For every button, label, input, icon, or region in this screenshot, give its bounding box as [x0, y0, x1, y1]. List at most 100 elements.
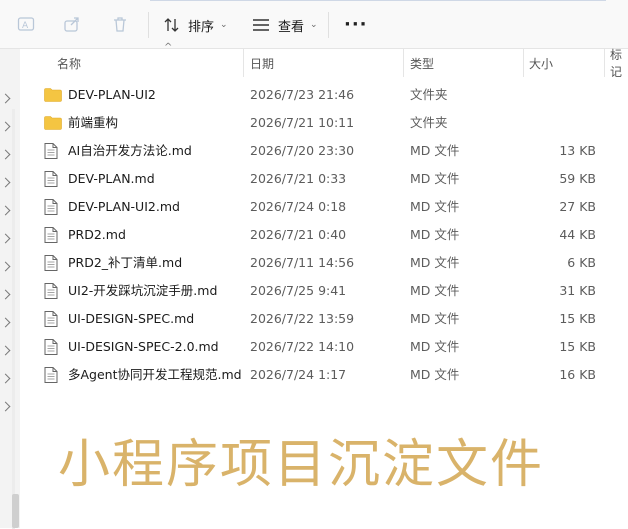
view-list-icon — [253, 19, 269, 31]
file-row[interactable]: DEV-PLAN.md 2026/7/21 0:33 MD 文件 59 KB — [22, 165, 628, 193]
column-size-header[interactable]: 大小 — [529, 55, 553, 71]
column-tag-header[interactable]: 标记 — [610, 48, 628, 79]
expand-chevron-icon[interactable] — [0, 373, 11, 384]
expand-chevron-icon[interactable] — [0, 149, 11, 160]
expand-chevron-icon[interactable] — [0, 233, 11, 244]
folder-icon — [44, 87, 64, 103]
expand-chevron-icon[interactable] — [0, 289, 11, 300]
file-size: 16 KB — [559, 367, 596, 382]
file-date: 2026/7/24 1:17 — [250, 367, 347, 382]
file-row[interactable]: 前端重构 2026/7/21 10:11 文件夹 — [22, 109, 628, 137]
share-icon[interactable] — [62, 14, 82, 34]
rename-icon[interactable]: A — [16, 14, 36, 34]
file-name: UI-DESIGN-SPEC-2.0.md — [68, 339, 219, 354]
file-size: 27 KB — [559, 199, 596, 214]
file-type: MD 文件 — [410, 199, 460, 214]
column-divider[interactable] — [243, 49, 244, 77]
file-name: DEV-PLAN-UI2.md — [68, 199, 180, 214]
document-icon — [44, 283, 64, 299]
file-row[interactable]: PRD2_补丁清单.md 2026/7/11 14:56 MD 文件 6 KB — [22, 249, 628, 277]
document-icon — [44, 367, 64, 383]
file-name: 多Agent协同开发工程规范.md — [68, 367, 242, 382]
document-icon — [44, 199, 64, 215]
column-divider[interactable] — [523, 49, 524, 77]
document-icon — [44, 171, 64, 187]
window-edge — [150, 0, 606, 1]
expand-chevron-icon[interactable] — [0, 177, 11, 188]
file-row[interactable]: 多Agent协同开发工程规范.md 2026/7/24 1:17 MD 文件 1… — [22, 361, 628, 389]
file-size: 13 KB — [559, 143, 596, 158]
file-type: MD 文件 — [410, 255, 460, 270]
toolbar-separator — [148, 12, 149, 38]
file-name: PRD2_补丁清单.md — [68, 255, 183, 270]
more-options-button[interactable]: ··· — [344, 14, 368, 35]
document-icon — [44, 143, 64, 159]
sort-label: 排序 — [188, 19, 215, 35]
column-type-header[interactable]: 类型 — [410, 55, 434, 71]
file-size — [542, 87, 596, 103]
file-name: UI-DESIGN-SPEC.md — [68, 311, 195, 326]
file-name: PRD2.md — [68, 227, 126, 242]
file-type: MD 文件 — [410, 143, 460, 158]
expand-chevron-icon[interactable] — [0, 121, 11, 132]
delete-icon[interactable] — [110, 14, 130, 34]
nav-scrollbar-thumb[interactable] — [12, 494, 19, 528]
file-size: 6 KB — [567, 255, 596, 270]
navigation-pane — [0, 49, 20, 529]
chevron-down-icon: ⌄ — [310, 20, 318, 30]
document-icon — [44, 339, 64, 355]
expand-chevron-icon[interactable] — [0, 345, 11, 356]
column-date-header[interactable]: 日期 — [250, 55, 274, 71]
view-label: 查看 — [278, 19, 305, 35]
sort-ascending-icon: ^ — [164, 42, 173, 53]
file-row[interactable]: AI自治开发方法论.md 2026/7/20 23:30 MD 文件 13 KB — [22, 137, 628, 165]
file-size: 15 KB — [559, 311, 596, 326]
file-size: 15 KB — [559, 339, 596, 354]
sort-icon — [164, 18, 179, 32]
file-date: 2026/7/21 0:33 — [250, 171, 347, 186]
chevron-down-icon: ⌄ — [220, 20, 228, 30]
expand-chevron-icon[interactable] — [0, 205, 11, 216]
folder-icon — [44, 115, 64, 131]
view-button[interactable]: 查看 ⌄ — [252, 12, 318, 38]
file-row[interactable]: UI-DESIGN-SPEC-2.0.md 2026/7/22 14:10 MD… — [22, 333, 628, 361]
expand-chevron-icon[interactable] — [0, 261, 11, 272]
column-name-header[interactable]: 名称 — [57, 55, 81, 71]
file-type: MD 文件 — [410, 311, 460, 326]
file-row[interactable]: UI2-开发踩坑沉淀手册.md 2026/7/25 9:41 MD 文件 31 … — [22, 277, 628, 305]
file-date: 2026/7/24 0:18 — [250, 199, 347, 214]
file-row[interactable]: DEV-PLAN-UI2.md 2026/7/24 0:18 MD 文件 27 … — [22, 193, 628, 221]
file-type: MD 文件 — [410, 283, 460, 298]
file-type: MD 文件 — [410, 339, 460, 354]
file-date: 2026/7/22 13:59 — [250, 311, 355, 326]
file-date: 2026/7/25 9:41 — [250, 283, 347, 298]
toolbar-separator — [328, 12, 329, 38]
file-row[interactable]: PRD2.md 2026/7/21 0:40 MD 文件 44 KB — [22, 221, 628, 249]
file-type: MD 文件 — [410, 171, 460, 186]
file-size: 31 KB — [559, 283, 596, 298]
column-divider[interactable] — [403, 49, 404, 77]
file-name: 前端重构 — [68, 115, 119, 130]
file-name: AI自治开发方法论.md — [68, 143, 192, 158]
file-row[interactable]: UI-DESIGN-SPEC.md 2026/7/22 13:59 MD 文件 … — [22, 305, 628, 333]
file-row[interactable]: DEV-PLAN-UI2 2026/7/23 21:46 文件夹 — [22, 81, 628, 109]
svg-text:A: A — [22, 21, 29, 31]
file-type: MD 文件 — [410, 367, 460, 382]
file-date: 2026/7/20 23:30 — [250, 143, 355, 158]
document-icon — [44, 227, 64, 243]
expand-chevron-icon[interactable] — [0, 401, 11, 412]
file-type: 文件夹 — [410, 87, 448, 102]
column-divider[interactable] — [604, 49, 605, 77]
expand-chevron-icon[interactable] — [0, 93, 11, 104]
sort-button[interactable]: 排序 ⌄ — [164, 12, 228, 38]
expand-chevron-icon[interactable] — [0, 317, 11, 328]
file-name: UI2-开发踩坑沉淀手册.md — [68, 283, 218, 298]
file-date: 2026/7/23 21:46 — [250, 87, 355, 102]
nav-scrollbar[interactable] — [12, 109, 19, 529]
file-type: MD 文件 — [410, 227, 460, 242]
column-header: ^ 名称 日期 类型 大小 标记 — [22, 42, 628, 79]
file-date: 2026/7/21 10:11 — [250, 115, 355, 130]
file-size: 44 KB — [559, 227, 596, 242]
file-size — [542, 115, 596, 131]
document-icon — [44, 311, 64, 327]
